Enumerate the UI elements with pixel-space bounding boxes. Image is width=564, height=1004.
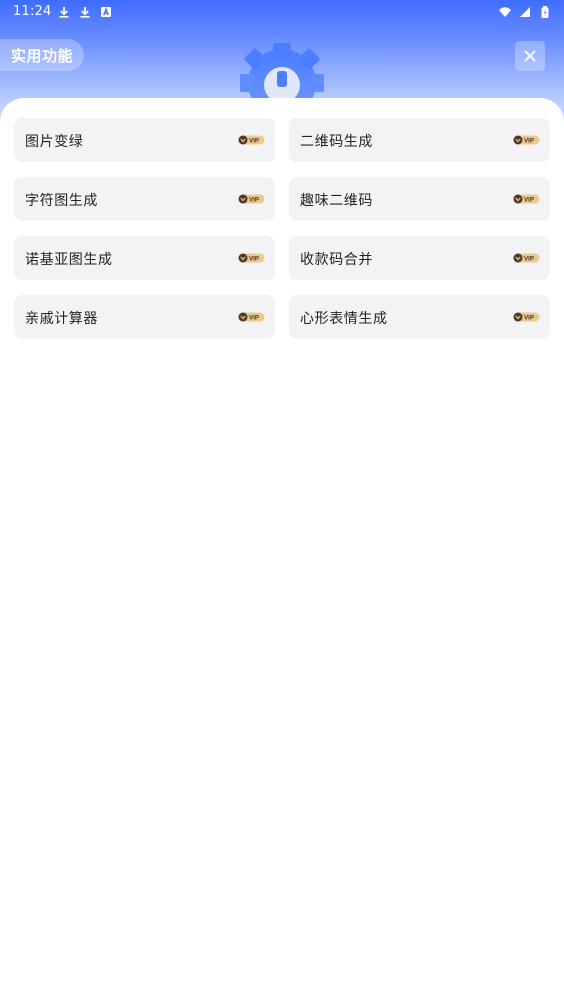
tool-card-relative-calculator[interactable]: 亲戚计算器 VIP	[14, 295, 275, 339]
tool-label: 亲戚计算器	[25, 311, 98, 327]
vip-badge: VIP	[238, 312, 265, 322]
download-icon	[59, 7, 69, 18]
vip-badge: VIP	[513, 253, 540, 263]
close-button[interactable]	[515, 41, 545, 71]
tool-card-fun-qrcode[interactable]: 趣味二维码 VIP	[289, 177, 550, 221]
download-icon	[80, 7, 90, 18]
tool-label: 诺基亚图生成	[25, 252, 113, 268]
vip-text: VIP	[524, 255, 534, 262]
vip-badge: VIP	[513, 312, 540, 322]
vip-text: VIP	[524, 314, 534, 321]
tool-card-payment-code-merge[interactable]: 收款码合并 VIP	[289, 236, 550, 280]
status-notification-icons	[57, 5, 113, 19]
vip-badge: VIP	[238, 135, 265, 145]
vip-text: VIP	[249, 255, 259, 262]
page-title-pill: 实用功能	[0, 39, 84, 71]
vip-text: VIP	[249, 196, 259, 203]
vip-text: VIP	[249, 137, 259, 144]
status-time: 11:24	[13, 4, 52, 19]
tool-label: 趣味二维码	[300, 193, 373, 209]
content-sheet	[0, 98, 564, 1004]
vip-badge: VIP	[238, 253, 265, 263]
tool-card-ascii-art[interactable]: 字符图生成 VIP	[14, 177, 275, 221]
tool-label: 二维码生成	[300, 134, 373, 150]
vip-badge: VIP	[513, 194, 540, 204]
vip-text: VIP	[524, 196, 534, 203]
status-bar: 11:24	[0, 0, 564, 24]
vip-text: VIP	[249, 314, 259, 321]
tool-card-recolor-green[interactable]: 图片变绿 VIP	[14, 118, 275, 162]
wifi-icon	[499, 7, 511, 17]
tool-card-nokia-image[interactable]: 诺基亚图生成 VIP	[14, 236, 275, 280]
signal-icon	[520, 7, 530, 17]
battery-icon	[541, 6, 549, 18]
vip-text: VIP	[524, 137, 534, 144]
vip-badge: VIP	[238, 194, 265, 204]
tool-label: 收款码合并	[300, 252, 373, 268]
close-icon	[524, 50, 536, 62]
vip-badge: VIP	[513, 135, 540, 145]
a-icon	[101, 6, 111, 17]
tool-label: 字符图生成	[25, 193, 98, 209]
status-system-icons	[498, 5, 552, 19]
page-title: 实用功能	[10, 46, 73, 65]
tool-label: 心形表情生成	[300, 311, 388, 327]
tool-card-qrcode[interactable]: 二维码生成 VIP	[289, 118, 550, 162]
tool-label: 图片变绿	[25, 134, 84, 150]
tool-card-heart-emoji[interactable]: 心形表情生成 VIP	[289, 295, 550, 339]
